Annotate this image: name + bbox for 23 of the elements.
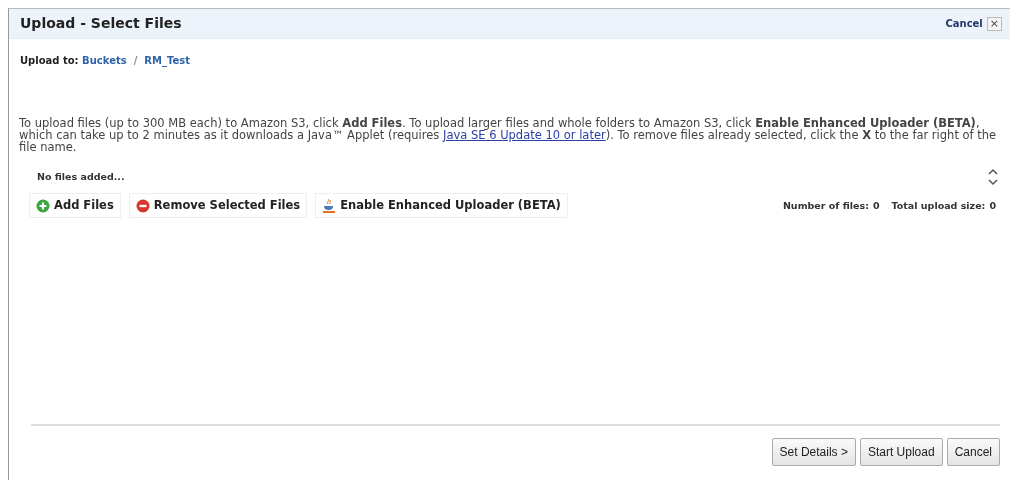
breadcrumb-separator: / xyxy=(133,55,138,66)
empty-list-text: No files added... xyxy=(36,169,125,184)
scroll-arrows-icon[interactable] xyxy=(986,167,1000,187)
stat-value: 0 xyxy=(989,198,996,213)
footer-button[interactable]: Set Details > xyxy=(771,438,856,466)
enhanced-uploader-button[interactable]: Enable Enhanced Uploader (BETA) xyxy=(315,193,568,219)
footer-button[interactable]: Cancel xyxy=(946,438,1000,466)
minus-circle-icon xyxy=(135,198,150,213)
stat-label: Number of files: xyxy=(782,198,869,213)
window-title: Upload - Select Files xyxy=(20,14,182,33)
breadcrumb-link[interactable]: Buckets xyxy=(82,55,127,66)
stat-value: 0 xyxy=(872,198,880,213)
breadcrumb-link[interactable]: RM_Test xyxy=(144,55,190,66)
instructions-text: To upload files (up to 300 MB each) to Amazon S3, click Add Files. To upload larger files and whole folders to Amazon S3, click Enable Enhanced Uploader (BETA), which can take up to 2 minutes as it downloads a Java™ Applet (requires Java SE 6 Update 10 or later). To remove files already selected, click the X to the far right of the file name. xyxy=(18,117,998,153)
remove-files-button[interactable]: Remove Selected Files xyxy=(128,193,308,219)
upload-to-label: Upload to: xyxy=(20,55,79,66)
plus-circle-icon xyxy=(36,198,50,213)
add-files-button[interactable]: Add Files xyxy=(29,193,121,219)
coffee-cup-icon xyxy=(322,197,337,214)
footer-button[interactable]: Start Upload xyxy=(859,438,943,466)
close-button[interactable]: × xyxy=(986,16,1002,31)
stat-label: Total upload size: xyxy=(891,198,986,213)
cancel-link[interactable]: Cancel xyxy=(945,16,983,31)
